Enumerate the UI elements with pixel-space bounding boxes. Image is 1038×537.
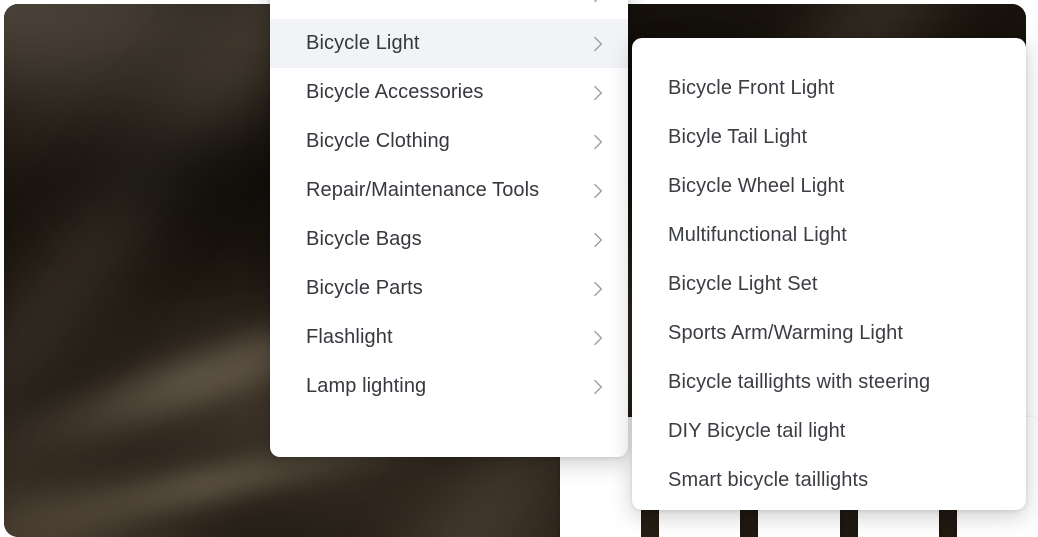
subcategory-item-bicycle-taillights-with-steering[interactable]: Bicycle taillights with steering [632, 358, 1026, 407]
subcategory-item-diy-bicycle-tail-light[interactable]: DIY Bicycle tail light [632, 407, 1026, 456]
chevron-right-icon [590, 134, 606, 150]
category-item-label: Lamp lighting [306, 375, 427, 397]
category-item-bicycle-bags[interactable]: Bicycle Bags [270, 215, 628, 264]
chevron-right-icon [590, 36, 606, 52]
chevron-right-icon [590, 379, 606, 395]
category-item-bicycle-accessories[interactable]: Bicycle Accessories [270, 68, 628, 117]
category-item-hot-sale[interactable]: Hot Sale [270, 0, 628, 19]
chevron-right-icon [590, 330, 606, 346]
category-item-label: Hot Sale [306, 0, 384, 6]
subcategory-item-bicycle-wheel-light[interactable]: Bicycle Wheel Light [632, 162, 1026, 211]
subcategory-item-label: Multifunctional Light [668, 224, 847, 246]
subcategory-item-label: Sports Arm/Warming Light [668, 322, 904, 344]
subcategory-item-bicycle-light-set[interactable]: Bicycle Light Set [632, 260, 1026, 309]
category-item-bicycle-parts[interactable]: Bicycle Parts [270, 264, 628, 313]
category-item-bicycle-light[interactable]: Bicycle Light [270, 19, 628, 68]
category-item-flashlight[interactable]: Flashlight [270, 313, 628, 362]
subcategory-item-bicycle-front-light[interactable]: Bicycle Front Light [632, 64, 1026, 113]
category-item-label: Bicycle Bags [306, 228, 422, 250]
category-item-label: Flashlight [306, 326, 393, 348]
subcategory-item-label: Bicyle Tail Light [668, 126, 808, 148]
subcategory-item-label: Smart bicycle taillights [668, 469, 869, 491]
chevron-right-icon [590, 281, 606, 297]
chevron-right-icon [590, 183, 606, 199]
category-dropdown-panel: Hot Sale Bicycle Light Bicycle Accessori… [270, 0, 628, 457]
category-item-lamp-lighting[interactable]: Lamp lighting [270, 362, 628, 411]
subcategory-item-label: Bicycle taillights with steering [668, 371, 931, 393]
chevron-right-icon [590, 0, 606, 3]
subcategory-item-label: Bicycle Wheel Light [668, 175, 845, 197]
subcategory-item-label: Bicycle Light Set [668, 273, 818, 295]
category-item-label: Repair/Maintenance Tools [306, 179, 540, 201]
subcategory-item-bicyle-tail-light[interactable]: Bicyle Tail Light [632, 113, 1026, 162]
category-item-label: Bicycle Clothing [306, 130, 450, 152]
category-item-label: Bicycle Light [306, 32, 420, 54]
subcategory-item-label: Bicycle Front Light [668, 77, 835, 99]
category-item-repair-maintenance-tools[interactable]: Repair/Maintenance Tools [270, 166, 628, 215]
category-item-bicycle-clothing[interactable]: Bicycle Clothing [270, 117, 628, 166]
subcategory-item-multifunctional-light[interactable]: Multifunctional Light [632, 211, 1026, 260]
subcategory-list: Bicycle Front Light Bicyle Tail Light Bi… [632, 64, 1026, 505]
category-item-label: Bicycle Accessories [306, 81, 484, 103]
category-item-label: Bicycle Parts [306, 277, 423, 299]
subcategory-flyout-panel: Bicycle Front Light Bicyle Tail Light Bi… [632, 38, 1026, 510]
category-list: Hot Sale Bicycle Light Bicycle Accessori… [270, 0, 628, 411]
subcategory-item-label: DIY Bicycle tail light [668, 420, 846, 442]
chevron-right-icon [590, 232, 606, 248]
chevron-right-icon [590, 85, 606, 101]
subcategory-item-smart-bicycle-taillights[interactable]: Smart bicycle taillights [632, 456, 1026, 505]
screen: Hot Sale Bicycle Light Bicycle Accessori… [0, 0, 1038, 537]
subcategory-item-sports-arm-warming-light[interactable]: Sports Arm/Warming Light [632, 309, 1026, 358]
